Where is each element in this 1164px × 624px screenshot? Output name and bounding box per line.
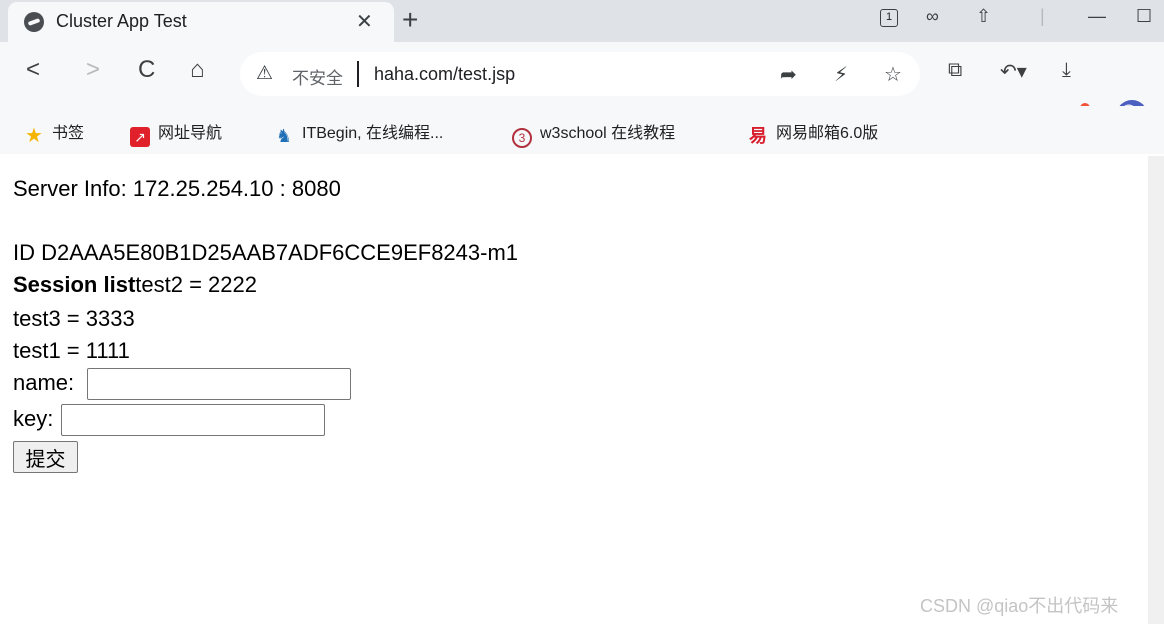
edge-logo-icon	[24, 12, 44, 32]
url-text[interactable]: haha.com/test.jsp	[374, 64, 515, 85]
forward-icon[interactable]: >	[86, 56, 100, 84]
new-tab-button[interactable]: +	[402, 4, 418, 36]
itbegin-icon: ♞	[275, 126, 293, 146]
home-icon[interactable]: ⌂	[190, 56, 205, 84]
bookmark-item[interactable]: 3 w3school 在线教程	[512, 119, 675, 148]
session-item: test2 = 2222	[135, 272, 257, 297]
workspaces-icon[interactable]: ∞	[926, 6, 939, 27]
insecure-label[interactable]: 不安全	[292, 64, 343, 89]
session-list-line: Session listtest2 = 2222	[13, 272, 257, 298]
session-id: ID D2AAA5E80B1D25AAB7ADF6CCE9EF8243-m1	[13, 240, 519, 265]
undo-menu-icon[interactable]: ↶▾	[1000, 59, 1027, 84]
refresh-icon[interactable]: C	[138, 56, 155, 84]
navigation-icon: ↗	[130, 127, 150, 147]
name-label: name:	[13, 370, 75, 395]
session-item: test1 = 1111	[13, 338, 130, 363]
active-tab[interactable]: Cluster App Test ✕	[8, 2, 394, 42]
key-input[interactable]	[61, 404, 325, 436]
session-item: test3 = 3333	[13, 306, 135, 331]
tab-actions-icon[interactable]: 1	[880, 9, 898, 27]
key-label: key:	[13, 406, 54, 431]
w3school-icon: 3	[512, 128, 532, 148]
download-icon[interactable]: ⤓	[1062, 59, 1071, 82]
bookmarks-bar: ★ 书签 ↗ 网址导航 ♞ ITBegin, 在线编程... 3 w3school 在线…	[0, 106, 1164, 154]
star-icon: ★	[25, 125, 43, 147]
favorite-star-icon[interactable]: ☆	[884, 62, 902, 87]
back-icon[interactable]: <	[26, 56, 40, 84]
warning-icon[interactable]: ⚠	[256, 62, 273, 85]
bookmark-item[interactable]: ↗ 网址导航	[130, 119, 222, 147]
bookmark-item[interactable]: 易网易邮箱6.0版	[748, 119, 878, 146]
tab-title: Cluster App Test	[56, 11, 187, 31]
watermark: CSDN @qiao不出代码来	[920, 596, 1119, 616]
minimize-icon[interactable]: —	[1088, 6, 1106, 27]
extensions-icon[interactable]: ⧉	[948, 59, 962, 82]
tab-bar: Cluster App Test ✕ + 1 ∞ ⇧ | — ☐	[0, 0, 1164, 42]
divider: |	[1040, 6, 1045, 26]
submit-button[interactable]: 提交	[13, 441, 78, 473]
session-list-label: Session list	[13, 272, 136, 297]
bookmark-item[interactable]: ★ 书签	[24, 119, 84, 146]
shirt-icon[interactable]: ⇧	[976, 6, 991, 27]
netease-mail-icon: 易	[749, 126, 767, 146]
address-bar[interactable]: ⚠ 不安全 haha.com/test.jsp ➦ ⚡ ☆	[240, 52, 920, 96]
browser-toolbar: < > C ⌂ ⚠ 不安全 haha.com/test.jsp ➦ ⚡ ☆ ⧉ …	[0, 42, 1164, 132]
page-content: Server Info: 172.25.254.10 : 8080 ID D2A…	[0, 156, 1148, 624]
bookmark-item[interactable]: ♞ ITBegin, 在线编程...	[274, 119, 443, 146]
server-info: Server Info: 172.25.254.10 : 8080	[13, 176, 341, 201]
name-input[interactable]	[87, 368, 351, 400]
share-icon[interactable]: ➦	[780, 62, 797, 87]
close-tab-icon[interactable]: ✕	[356, 9, 373, 34]
maximize-icon[interactable]: ☐	[1136, 6, 1152, 27]
lightning-icon[interactable]: ⚡	[834, 62, 848, 87]
scrollbar[interactable]	[1148, 156, 1164, 624]
text-cursor	[357, 61, 359, 87]
